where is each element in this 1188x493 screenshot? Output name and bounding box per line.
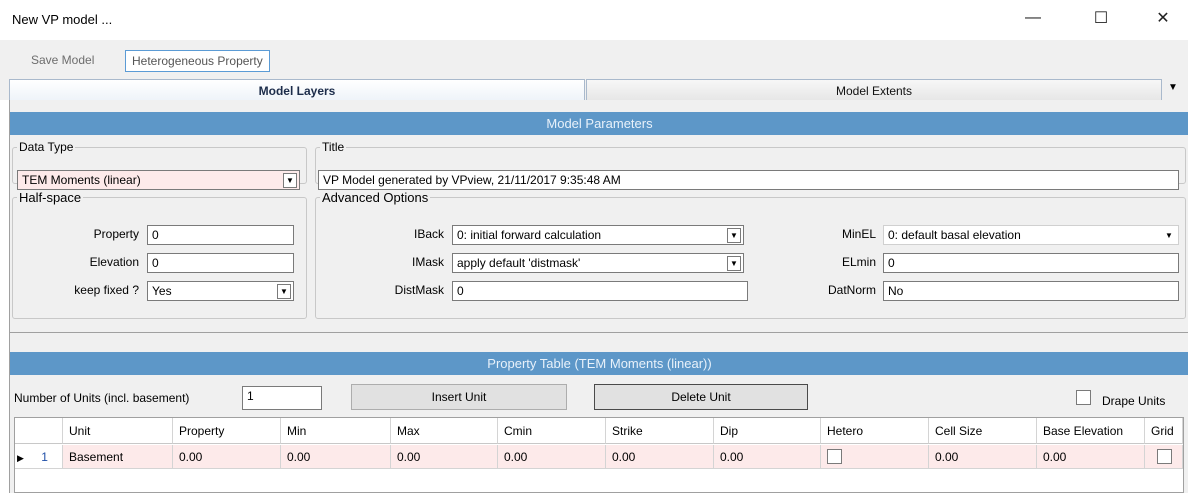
delete-unit-button[interactable]: Delete Unit [594,384,808,410]
minimize-button[interactable]: — [1010,0,1056,36]
num-units-label: Number of Units (incl. basement) [14,391,190,405]
data-type-legend: Data Type [19,140,74,154]
divider [10,332,1188,333]
table-row-header[interactable]: ▶ 1 [15,445,63,469]
cell-grid[interactable] [1145,445,1183,469]
chevron-down-icon[interactable]: ▼ [277,284,291,299]
cell-cmin[interactable]: 0.00 [498,445,606,469]
data-type-group: Data Type TEM Moments (linear) ▼ [12,140,307,190]
minel-label: MinEL [841,227,876,241]
property-label: Property [93,227,139,241]
column-header[interactable]: Dip [714,418,821,444]
maximize-button[interactable]: ☐ [1078,0,1124,36]
cell-max[interactable]: 0.00 [391,445,498,469]
property-table-header: Property Table (TEM Moments (linear)) [10,352,1188,375]
elevation-label: Elevation [89,255,139,269]
data-type-select[interactable]: TEM Moments (linear) ▼ [17,170,300,190]
half-space-group: Half-space Property 0 Elevation 0 keep f… [12,190,307,319]
num-units-input[interactable]: 1 [242,386,322,410]
column-header[interactable]: Cell Size [929,418,1037,444]
title-bar: New VP model ... — ☐ ✕ [0,0,1188,40]
advanced-options-group: Advanced Options IBack 0: initial forwar… [315,190,1186,319]
keep-fixed-select[interactable]: Yes ▼ [147,281,294,301]
elmin-input[interactable]: 0 [883,253,1179,273]
window-title: New VP model ... [12,12,113,27]
keep-fixed-value: Yes [152,284,172,298]
cell-base-elevation[interactable]: 0.00 [1037,445,1145,469]
hetero-checkbox[interactable] [827,449,842,464]
column-header[interactable]: Max [391,418,498,444]
title-legend: Title [322,140,345,154]
heterogeneous-property-button[interactable]: Heterogeneous Property [125,50,270,72]
cell-property[interactable]: 0.00 [173,445,281,469]
cell-strike[interactable]: 0.00 [606,445,714,469]
elevation-input[interactable]: 0 [147,253,294,273]
title-group: Title VP Model generated by VPview, 21/1… [315,140,1186,190]
column-header[interactable]: Cmin [498,418,606,444]
grid-checkbox[interactable] [1157,449,1172,464]
advanced-options-legend: Advanced Options [322,190,429,205]
drape-units-checkbox[interactable] [1076,390,1091,405]
tab-overflow-icon[interactable]: ▼ [1168,82,1178,93]
drape-units-label: Drape Units [1102,394,1166,408]
row-header-corner [15,418,63,444]
minel-select[interactable]: 0: default basal elevation ▼ [883,225,1179,245]
iback-label: IBack [413,227,444,241]
column-header[interactable]: Strike [606,418,714,444]
chevron-down-icon[interactable]: ▼ [727,256,741,271]
column-header[interactable]: Unit [63,418,173,444]
iback-value: 0: initial forward calculation [457,228,602,242]
property-grid: Unit Property Min Max Cmin Strike Dip He… [14,417,1184,493]
column-header[interactable]: Property [173,418,281,444]
toolbar: Save Model Heterogeneous Property [0,40,1188,76]
elmin-label: ELmin [841,255,876,269]
row-index: 1 [41,450,48,464]
distmask-input[interactable]: 0 [452,281,748,301]
close-button[interactable]: ✕ [1140,0,1186,36]
model-panel: Model Parameters Data Type TEM Moments (… [9,100,1188,493]
chevron-down-icon[interactable]: ▼ [727,228,741,243]
cell-unit[interactable]: Basement [63,445,173,469]
datnorm-input[interactable]: No [883,281,1179,301]
column-header[interactable]: Grid [1145,418,1183,444]
distmask-label: DistMask [394,283,444,297]
title-input[interactable]: VP Model generated by VPview, 21/11/2017… [318,170,1179,190]
imask-value: apply default 'distmask' [457,256,581,270]
minel-value: 0: default basal elevation [888,228,1021,242]
iback-select[interactable]: 0: initial forward calculation ▼ [452,225,744,245]
current-row-icon: ▶ [17,453,24,463]
cell-hetero[interactable] [821,445,929,469]
tab-strip: Model Layers Model Extents [0,76,1188,101]
insert-unit-button[interactable]: Insert Unit [351,384,567,410]
column-header[interactable]: Hetero [821,418,929,444]
save-model-button[interactable]: Save Model [25,50,100,72]
column-header[interactable]: Base Elevation [1037,418,1145,444]
cell-cell-size[interactable]: 0.00 [929,445,1037,469]
tab-model-layers[interactable]: Model Layers [9,79,585,101]
chevron-down-icon[interactable]: ▼ [283,173,297,188]
property-input[interactable]: 0 [147,225,294,245]
model-parameters-header: Model Parameters [10,112,1188,135]
half-space-legend: Half-space [19,190,82,205]
chevron-down-icon[interactable]: ▼ [1162,228,1176,243]
data-type-value: TEM Moments (linear) [22,173,141,187]
column-header[interactable]: Min [281,418,391,444]
keep-fixed-label: keep fixed ? [74,283,139,297]
datnorm-label: DatNorm [827,283,876,297]
imask-label: IMask [411,255,444,269]
imask-select[interactable]: apply default 'distmask' ▼ [452,253,744,273]
cell-min[interactable]: 0.00 [281,445,391,469]
tab-model-extents[interactable]: Model Extents [586,79,1162,101]
cell-dip[interactable]: 0.00 [714,445,821,469]
